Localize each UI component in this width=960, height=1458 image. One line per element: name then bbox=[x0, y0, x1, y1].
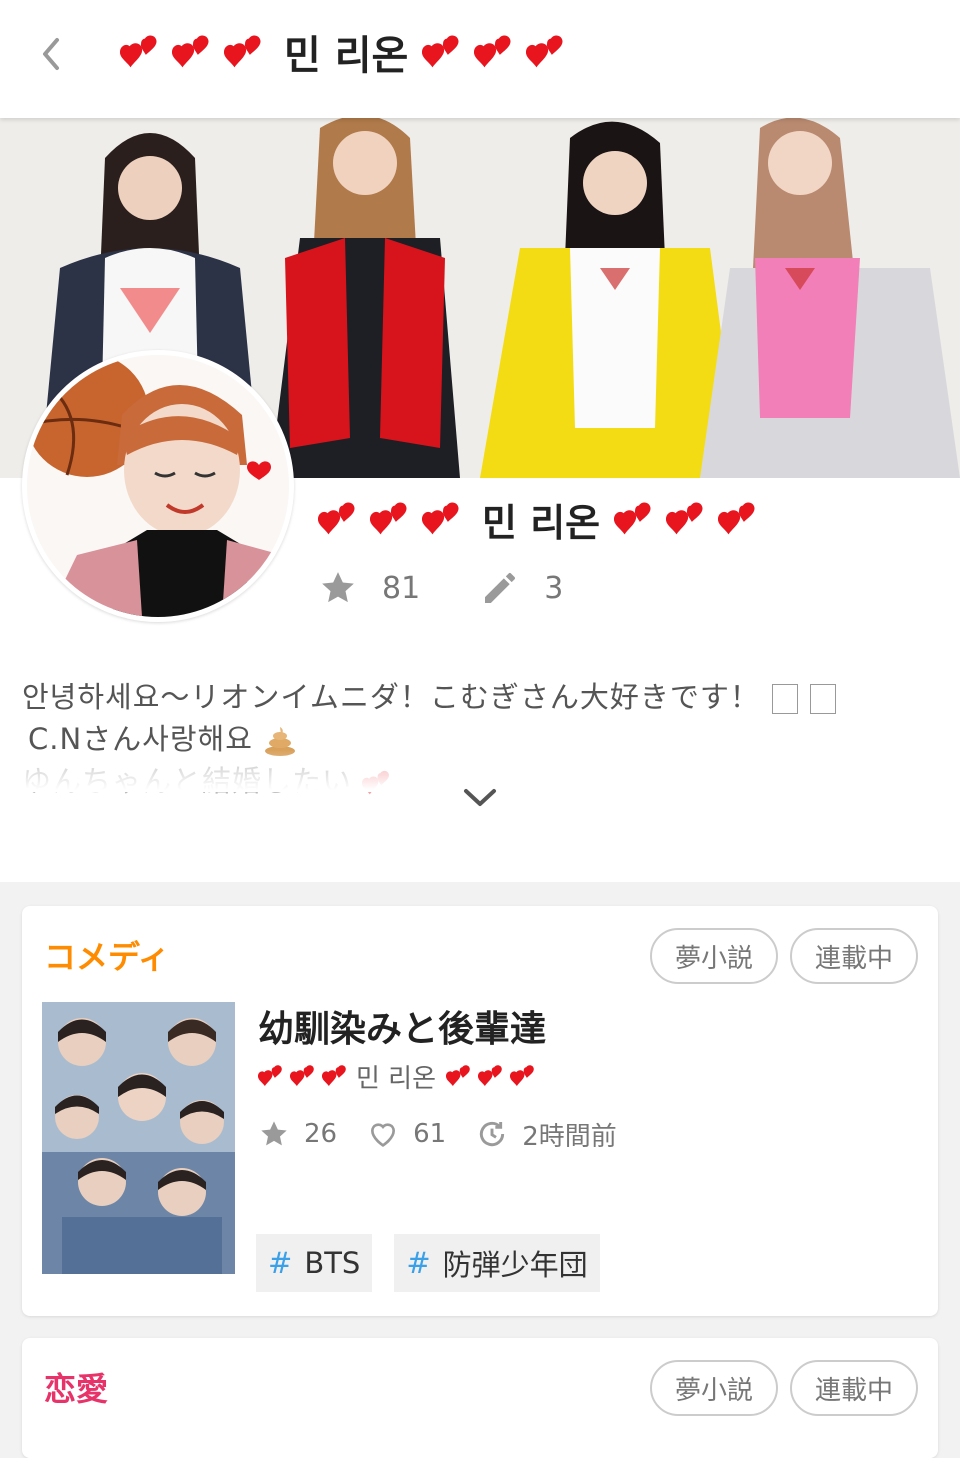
expand-bio-button[interactable] bbox=[456, 780, 504, 816]
emoji-icon bbox=[810, 684, 837, 714]
tag-chip[interactable]: # BTS bbox=[256, 1234, 373, 1292]
hash-icon: # bbox=[268, 1246, 293, 1280]
star-count: 81 bbox=[318, 568, 420, 608]
genre-label: 恋愛 bbox=[44, 1370, 109, 1408]
pencil-icon bbox=[485, 573, 516, 603]
story-author[interactable]: 민 리온 bbox=[258, 1058, 540, 1094]
chevron-down-icon bbox=[464, 789, 496, 806]
story-tags: # BTS # 防弾少年団 bbox=[256, 1234, 600, 1292]
heart-outline-icon bbox=[371, 1123, 396, 1147]
story-star-count: 26 bbox=[258, 1118, 337, 1150]
hearts-decoration-icon bbox=[422, 30, 572, 74]
story-updated: 2時間前 bbox=[476, 1116, 617, 1153]
badge-dream-novel[interactable]: 夢小説 bbox=[650, 1360, 778, 1416]
author-name: 민 리온 bbox=[356, 1063, 437, 1094]
badge-serializing[interactable]: 連載中 bbox=[790, 928, 918, 984]
emoji-icon bbox=[772, 684, 799, 714]
story-like-count: 61 bbox=[367, 1118, 446, 1150]
story-meta: 26 61 2時間前 bbox=[258, 1114, 647, 1154]
hearts-decoration-icon bbox=[318, 497, 468, 541]
badge-dream-novel[interactable]: 夢小説 bbox=[650, 928, 778, 984]
profile-name-text: 민 리온 bbox=[482, 500, 601, 545]
story-title[interactable]: 幼馴染みと後輩達 bbox=[258, 1000, 546, 1052]
page-title-text: 민 리온 bbox=[284, 33, 409, 79]
post-count: 3 bbox=[480, 568, 563, 608]
hearts-decoration-icon bbox=[258, 1062, 352, 1090]
back-button[interactable] bbox=[30, 32, 70, 76]
story-card[interactable]: 恋愛 夢小説 連載中 bbox=[22, 1338, 938, 1458]
story-card[interactable]: コメディ 夢小説 連載中 幼馴染みと後輩達 민 리온 26 61 2時間前 # … bbox=[22, 906, 938, 1316]
story-thumbnail[interactable] bbox=[42, 1002, 235, 1274]
star-icon bbox=[322, 572, 354, 603]
page-title: 민 리온 bbox=[120, 22, 572, 82]
hearts-decoration-icon bbox=[446, 1062, 540, 1090]
bio-line: 안녕하세요〜リオンイムニダ！こむぎさん大好きです！ bbox=[22, 676, 922, 718]
hearts-decoration-icon bbox=[120, 30, 270, 74]
star-icon bbox=[261, 1121, 287, 1146]
top-bar: 민 리온 bbox=[0, 0, 960, 118]
clock-refresh-icon bbox=[480, 1121, 505, 1147]
profile-stats: 81 3 bbox=[318, 565, 623, 611]
tag-chip[interactable]: # 防弾少年団 bbox=[394, 1234, 600, 1292]
profile-name: 민 리온 bbox=[318, 494, 764, 545]
hash-icon: # bbox=[406, 1246, 431, 1280]
chevron-left-icon bbox=[43, 38, 59, 70]
hearts-decoration-icon bbox=[614, 497, 764, 541]
genre-label: コメディ bbox=[44, 938, 170, 976]
avatar[interactable] bbox=[22, 350, 294, 622]
badge-serializing[interactable]: 連載中 bbox=[790, 1360, 918, 1416]
